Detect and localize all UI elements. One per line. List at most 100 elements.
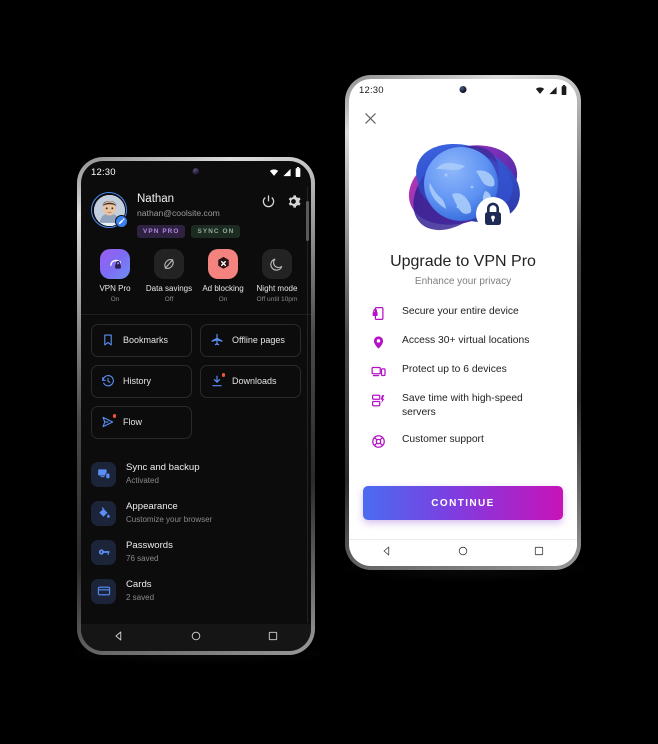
cta-container: CONTINUE <box>363 486 563 520</box>
list-item-title: Cards <box>126 579 152 590</box>
card-downloads[interactable]: Downloads <box>200 364 301 398</box>
card-label: Flow <box>123 417 143 427</box>
credit-card-icon <box>91 578 116 604</box>
quick-action-label: Data savings <box>145 283 193 293</box>
list-item-passwords[interactable]: Passwords 76 saved <box>91 533 301 572</box>
list-item-appearance[interactable]: Appearance Customize your browser <box>91 494 301 533</box>
list-item-cards[interactable]: Cards 2 saved <box>91 572 301 611</box>
list-item-text: Passwords 76 saved <box>126 540 173 564</box>
page-title: Upgrade to VPN Pro <box>390 253 536 270</box>
quick-action-ad-blocking[interactable]: Ad blocking On <box>196 248 250 304</box>
feature-text: Customer support <box>402 434 484 445</box>
card-label: Bookmarks <box>123 335 169 345</box>
badge-sync-on[interactable]: SYNC ON <box>191 225 241 238</box>
paint-bucket-icon <box>91 500 116 526</box>
profile-name: Nathan <box>137 193 175 205</box>
feature-item-virtual-locations: Access 30+ virtual locations <box>371 334 559 350</box>
quick-action-vpn-pro[interactable]: VPN Pro On <box>88 248 142 304</box>
left-system-navbar <box>81 624 311 651</box>
download-icon <box>210 373 225 388</box>
devices-icon <box>371 364 386 379</box>
feature-item-customer-support: Customer support <box>371 433 559 449</box>
quick-action-status: On <box>110 295 120 303</box>
close-icon[interactable] <box>349 101 376 127</box>
back-triangle-icon[interactable] <box>381 544 393 562</box>
lifebuoy-icon <box>371 434 386 449</box>
globe-lock-illustration <box>408 143 520 231</box>
list-item-subtitle: Customize your browser <box>126 515 213 524</box>
front-camera <box>192 168 200 175</box>
hero-illustration <box>349 125 577 245</box>
list-item-sync-and-backup[interactable]: Sync and backup Activated <box>91 455 301 494</box>
device-lock-icon <box>371 306 386 321</box>
back-triangle-icon[interactable] <box>113 629 125 647</box>
list-item-title: Passwords <box>126 540 173 551</box>
feature-text: Save time with high-speed servers <box>402 393 523 418</box>
scrollbar-track[interactable] <box>307 187 308 623</box>
right-phone-frame: 12:30 Upgrade to VPN Pro Enhance your pr… <box>345 75 581 570</box>
power-icon[interactable] <box>261 194 276 209</box>
battery-icon <box>561 85 567 95</box>
card-row: History Downloads <box>91 364 301 398</box>
edit-pencil-icon[interactable] <box>115 215 128 228</box>
quick-action-status: On <box>218 295 228 303</box>
card-label: Downloads <box>232 376 277 386</box>
list-item-title: Sync and backup <box>126 462 200 473</box>
status-clock: 12:30 <box>91 166 116 178</box>
settings-list: Sync and backup Activated Appearance Cus… <box>81 449 311 611</box>
card-row: Bookmarks Offline pages <box>91 323 301 357</box>
card-flow[interactable]: Flow <box>91 405 192 439</box>
feature-text: Access 30+ virtual locations <box>402 335 530 346</box>
front-camera <box>459 86 467 93</box>
list-item-text: Appearance Customize your browser <box>126 501 212 525</box>
status-icons <box>269 167 301 177</box>
card-label: Offline pages <box>232 335 285 345</box>
feature-item-protect-devices: Protect up to 6 devices <box>371 363 559 379</box>
quick-actions: VPN Pro On Data savings Off Ad blocking … <box>81 240 311 315</box>
scrollbar-thumb[interactable] <box>306 201 309 241</box>
ad-block-x-icon <box>208 248 238 279</box>
home-circle-icon[interactable] <box>457 544 469 562</box>
page-subtitle: Enhance your privacy <box>414 276 512 287</box>
recents-square-icon[interactable] <box>533 544 545 562</box>
feature-item-high-speed-servers: Save time with high-speed servers <box>371 392 559 420</box>
profile-header[interactable]: Nathan nathan@coolsite.com VPN PRO SYNC … <box>81 183 311 240</box>
continue-button[interactable]: CONTINUE <box>363 486 563 520</box>
shortcut-cards: Bookmarks Offline pages History Download… <box>81 315 311 449</box>
card-row: Flow <box>91 405 301 439</box>
badge-vpn-pro[interactable]: VPN PRO <box>137 225 186 238</box>
list-item-title: Appearance <box>126 501 178 512</box>
notification-dot <box>112 414 116 418</box>
quick-action-label: VPN Pro <box>99 283 131 293</box>
gear-icon[interactable] <box>286 194 301 209</box>
card-history[interactable]: History <box>91 364 192 398</box>
list-item-subtitle: Activated <box>126 476 159 485</box>
quick-action-label: Night mode <box>256 283 298 293</box>
signal-icon <box>283 168 291 176</box>
card-offline-pages[interactable]: Offline pages <box>200 323 301 357</box>
vpn-shield-lock-icon <box>100 248 130 279</box>
right-system-navbar <box>349 539 577 566</box>
flow-send-icon <box>101 414 116 429</box>
feature-text: Secure your entire device <box>402 306 519 317</box>
quick-action-status: Off <box>164 295 174 303</box>
signal-icon <box>549 86 557 94</box>
card-label: History <box>123 376 152 386</box>
card-bookmarks[interactable]: Bookmarks <box>91 323 192 357</box>
sync-devices-icon <box>91 461 116 487</box>
moon-icon <box>262 248 292 279</box>
recents-square-icon[interactable] <box>267 629 279 647</box>
quick-action-data-savings[interactable]: Data savings Off <box>142 248 196 304</box>
avatar[interactable] <box>91 192 128 228</box>
wifi-icon <box>269 168 279 176</box>
notification-dot <box>221 373 225 377</box>
list-item-text: Cards 2 saved <box>126 579 154 603</box>
home-circle-icon[interactable] <box>190 629 202 647</box>
list-item-subtitle: 76 saved <box>126 554 159 563</box>
quick-action-status: Off until 10pm <box>256 295 298 303</box>
wifi-icon <box>535 86 545 94</box>
quick-action-night-mode[interactable]: Night mode Off until 10pm <box>250 248 304 304</box>
feature-item-secure-device: Secure your entire device <box>371 305 559 321</box>
status-clock: 12:30 <box>359 84 384 96</box>
leaf-icon <box>154 248 184 279</box>
